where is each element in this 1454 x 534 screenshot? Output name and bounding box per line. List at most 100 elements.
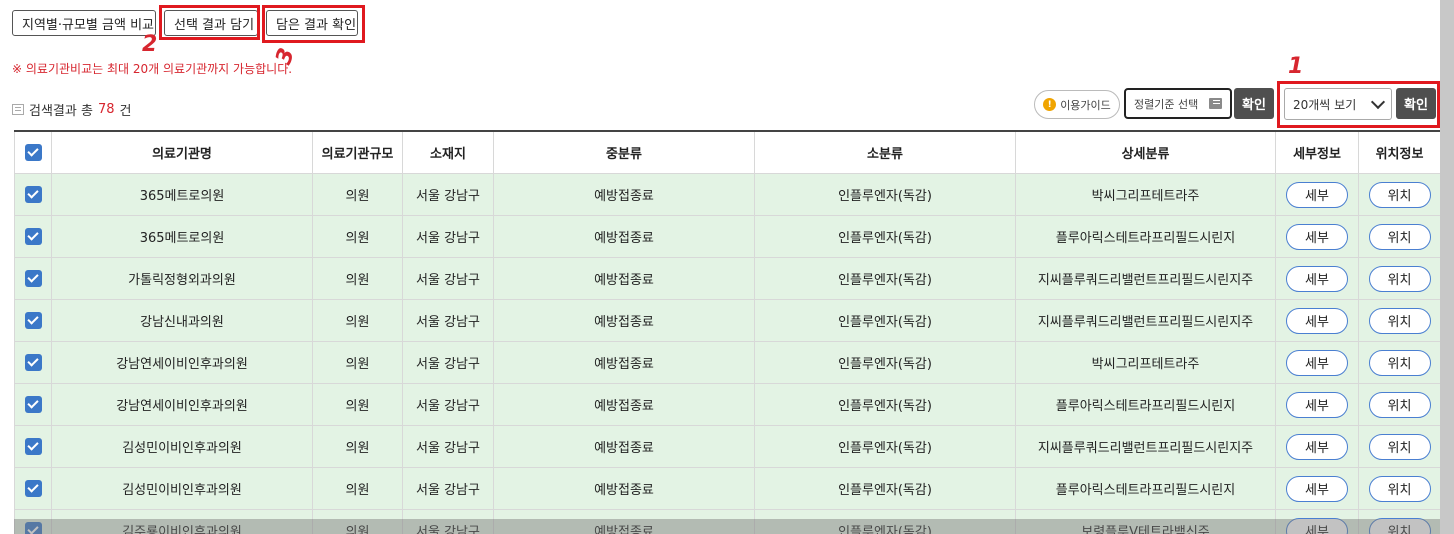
institution-scale-cell: 의원 (312, 341, 403, 384)
detail-category-cell: 박씨그리프테트라주 (1015, 341, 1276, 384)
detail-button[interactable]: 세부 (1286, 223, 1348, 250)
location-info-cell: 위치 (1358, 467, 1440, 510)
detail-button[interactable]: 세부 (1286, 265, 1348, 292)
sub-category-cell: 인플루엔자(독감) (754, 173, 1016, 216)
row-checkbox[interactable] (24, 354, 42, 371)
detail-category-cell: 박씨그리프테트라주 (1015, 173, 1276, 216)
usage-guide-button[interactable]: ! 이용가이드 (1034, 90, 1120, 119)
detail-button[interactable]: 세부 (1286, 181, 1348, 208)
location-info-cell: 위치 (1358, 257, 1440, 300)
detail-category-cell: 지씨플루쿼드리밸런트프리필드시린지주 (1015, 425, 1276, 468)
institution-scale-cell: 의원 (312, 383, 403, 426)
table-row: 김성민이비인후과의원 의원 서울 강남구 예방접종료 인플루엔자(독감) 플루아릭스테트라… (14, 467, 1440, 510)
detail-button[interactable]: 세부 (1286, 475, 1348, 502)
row-checkbox[interactable] (24, 396, 42, 413)
region-scale-compare-button[interactable]: 지역별·규모별 금액 비교 (12, 10, 156, 36)
row-select-cell (14, 383, 52, 426)
row-checkbox[interactable] (24, 270, 42, 287)
institution-scale-cell: 의원 (312, 215, 403, 258)
per-page-confirm-button[interactable]: 확인 (1396, 88, 1436, 119)
detail-info-cell: 세부 (1275, 257, 1359, 300)
institution-name-cell: 강남신내과의원 (51, 299, 313, 342)
row-checkbox[interactable] (24, 312, 42, 329)
location-button[interactable]: 위치 (1368, 475, 1431, 502)
location-info-cell: 위치 (1358, 425, 1440, 468)
location-button[interactable]: 위치 (1368, 223, 1431, 250)
col-header: 소분류 (754, 130, 1016, 174)
institution-name-cell: 가톨릭정형외과의원 (51, 257, 313, 300)
highlight-box-add (159, 5, 260, 40)
table-row: 김성민이비인후과의원 의원 서울 강남구 예방접종료 인플루엔자(독감) 지씨플루쿼드리밸… (14, 425, 1440, 468)
table-header-row: 의료기관명 의료기관규모 소재지 중분류 소분류 상세분류 세부정보 위치정보 (14, 130, 1440, 174)
row-select-cell (14, 173, 52, 216)
location-button[interactable]: 위치 (1368, 433, 1431, 460)
location-cell: 서울 강남구 (402, 173, 494, 216)
usage-guide-label: 이용가이드 (1060, 98, 1111, 112)
detail-info-cell: 세부 (1275, 173, 1359, 216)
chevron-down-icon (1370, 94, 1386, 110)
location-info-cell: 위치 (1358, 215, 1440, 258)
institution-name-cell: 365메트로의원 (51, 173, 313, 216)
table-row: 강남연세이비인후과의원 의원 서울 강남구 예방접종료 인플루엔자(독감) 박씨그리프테트… (14, 341, 1440, 384)
row-checkbox[interactable] (24, 438, 42, 455)
sort-criteria-select[interactable]: 정렬기준 선택 (1124, 88, 1232, 119)
detail-info-cell: 세부 (1275, 341, 1359, 384)
detail-info-cell: 세부 (1275, 299, 1359, 342)
sub-category-cell: 인플루엔자(독감) (754, 215, 1016, 258)
col-header: 위치정보 (1358, 130, 1440, 174)
per-page-value: 20개씩 보기 (1293, 97, 1357, 112)
institution-scale-cell: 의원 (312, 173, 403, 216)
location-cell: 서울 강남구 (402, 257, 494, 300)
mid-category-cell: 예방접종료 (493, 341, 755, 384)
row-select-cell (14, 299, 52, 342)
row-checkbox[interactable] (24, 186, 42, 203)
location-button[interactable]: 위치 (1368, 265, 1431, 292)
detail-category-cell: 플루아릭스테트라프리필드시린지 (1015, 215, 1276, 258)
location-cell: 서울 강남구 (402, 341, 494, 384)
row-checkbox[interactable] (24, 228, 42, 245)
select-all-cell (14, 130, 52, 174)
detail-info-cell: 세부 (1275, 467, 1359, 510)
col-header: 중분류 (493, 130, 755, 174)
location-info-cell: 위치 (1358, 173, 1440, 216)
detail-category-cell: 플루아릭스테트라프리필드시린지 (1015, 467, 1276, 510)
table-row: 가톨릭정형외과의원 의원 서울 강남구 예방접종료 인플루엔자(독감) 지씨플루쿼드리밸런… (14, 257, 1440, 300)
sub-category-cell: 인플루엔자(독감) (754, 467, 1016, 510)
detail-info-cell: 세부 (1275, 383, 1359, 426)
detail-button[interactable]: 세부 (1286, 349, 1348, 376)
select-all-checkbox[interactable] (24, 144, 42, 161)
mid-category-cell: 예방접종료 (493, 257, 755, 300)
search-summary: 검색결과 총 78 건 (12, 100, 131, 119)
location-info-cell: 위치 (1358, 341, 1440, 384)
col-header: 의료기관명 (51, 130, 313, 174)
institution-name-cell: 강남연세이비인후과의원 (51, 383, 313, 426)
institution-scale-cell: 의원 (312, 467, 403, 510)
detail-button[interactable]: 세부 (1286, 433, 1348, 460)
info-icon: ! (1043, 98, 1057, 111)
location-button[interactable]: 위치 (1368, 181, 1431, 208)
detail-info-cell: 세부 (1275, 215, 1359, 258)
row-select-cell (14, 425, 52, 468)
detail-button[interactable]: 세부 (1286, 307, 1348, 334)
sort-confirm-button[interactable]: 확인 (1234, 88, 1274, 119)
location-info-cell: 위치 (1358, 383, 1440, 426)
row-select-cell (14, 215, 52, 258)
detail-button[interactable]: 세부 (1286, 391, 1348, 418)
table-row: 365메트로의원 의원 서울 강남구 예방접종료 인플루엔자(독감) 플루아릭스테트라프리… (14, 215, 1440, 258)
detail-info-cell: 세부 (1275, 425, 1359, 468)
mid-category-cell: 예방접종료 (493, 383, 755, 426)
institution-scale-cell: 의원 (312, 299, 403, 342)
table-row: 강남신내과의원 의원 서울 강남구 예방접종료 인플루엔자(독감) 지씨플루쿼드리밸런트프… (14, 299, 1440, 342)
location-button[interactable]: 위치 (1368, 307, 1431, 334)
content-panel: 지역별·규모별 금액 비교 선택 결과 담기 담은 결과 확인 2 3 1 ※ … (0, 0, 1440, 534)
detail-category-cell: 지씨플루쿼드리밸런트프리필드시린지주 (1015, 299, 1276, 342)
row-select-cell (14, 257, 52, 300)
institution-name-cell: 김성민이비인후과의원 (51, 425, 313, 468)
institution-name-cell: 강남연세이비인후과의원 (51, 341, 313, 384)
location-button[interactable]: 위치 (1368, 349, 1431, 376)
comparison-limit-notice: ※ 의료기관비교는 최대 20개 의료기관까지 가능합니다. (12, 62, 293, 76)
per-page-select[interactable]: 20개씩 보기 (1284, 88, 1392, 120)
location-button[interactable]: 위치 (1368, 391, 1431, 418)
institution-name-cell: 김성민이비인후과의원 (51, 467, 313, 510)
row-checkbox[interactable] (24, 480, 42, 497)
